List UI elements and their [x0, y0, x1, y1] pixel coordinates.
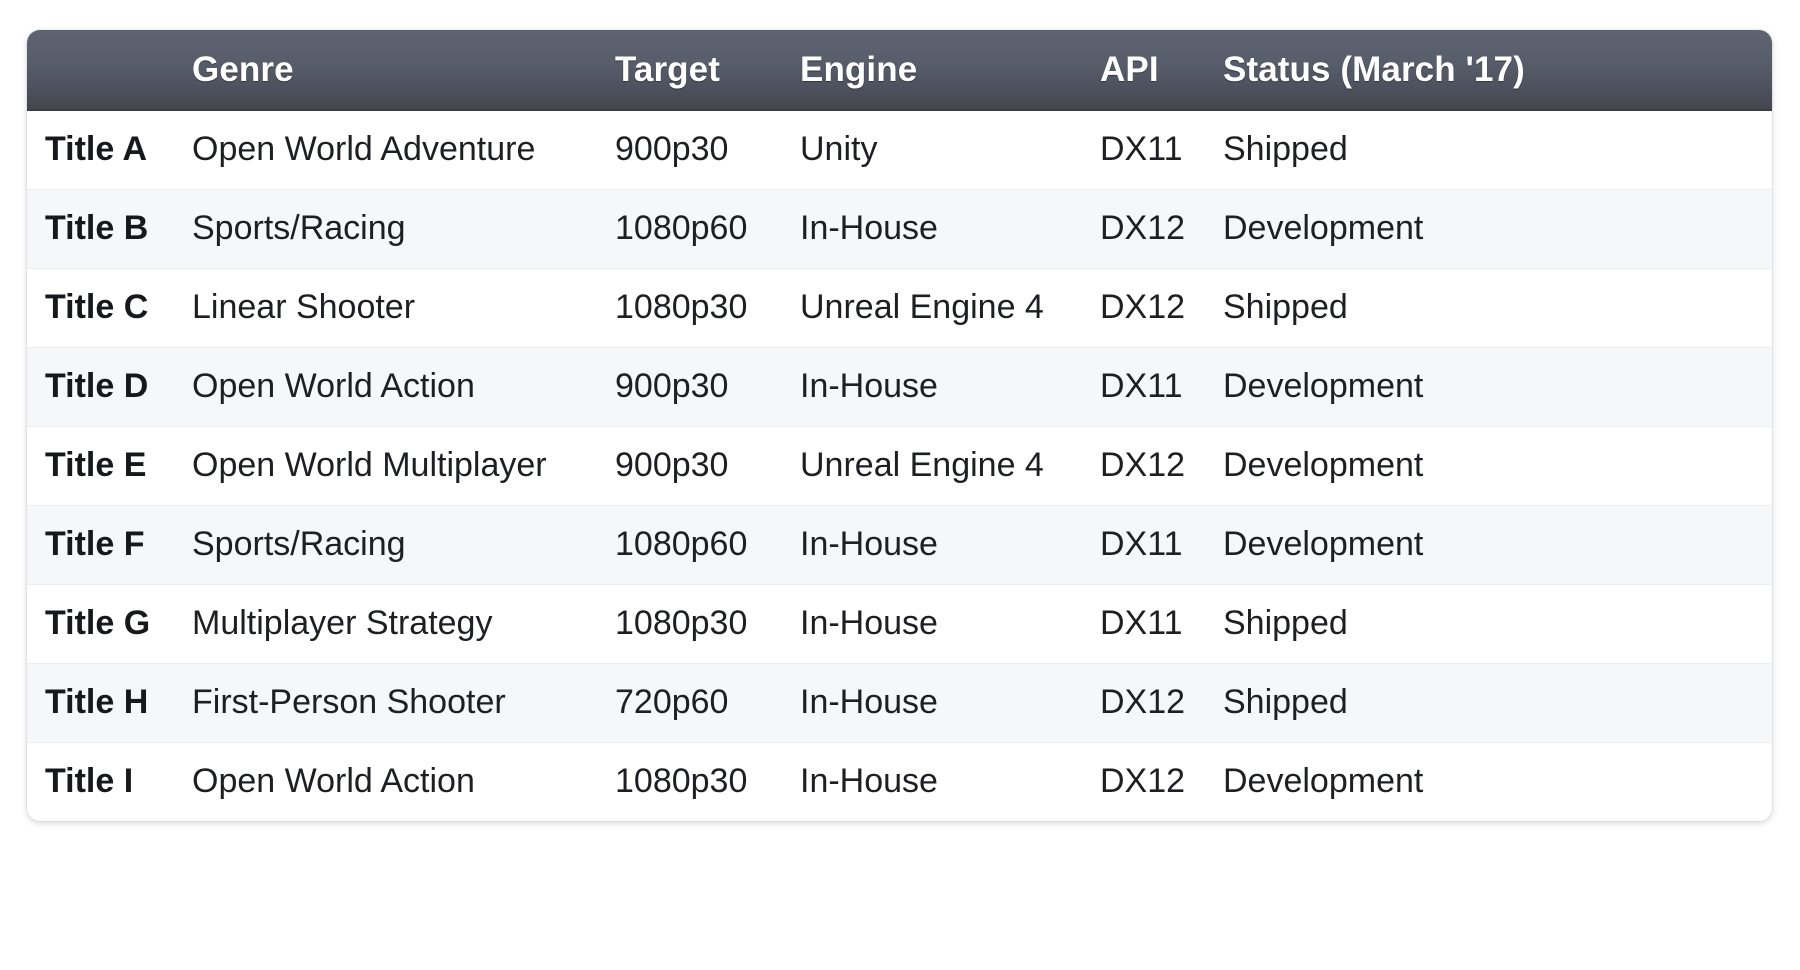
cell-engine: In-House — [800, 583, 1100, 663]
game-titles-table: Genre Target Engine API Status (March '1… — [27, 30, 1772, 821]
column-header-api-label: API — [1100, 49, 1159, 89]
cell-genre: Open World Action — [192, 741, 615, 821]
table-row[interactable]: Title F Sports/Racing 1080p60 In-House D… — [27, 504, 1772, 584]
cell-title: Title H — [27, 662, 192, 742]
table-row[interactable]: Title B Sports/Racing 1080p60 In-House D… — [27, 188, 1772, 268]
table-header: Genre Target Engine API Status (March '1… — [27, 30, 1772, 111]
cell-title: Title D — [27, 346, 192, 426]
cell-api: DX11 — [1100, 130, 1183, 169]
table-row[interactable]: Title G Multiplayer Strategy 1080p30 In-… — [27, 583, 1772, 663]
cell-status: Development — [1223, 425, 1772, 505]
cell-engine: Unreal Engine 4 — [800, 267, 1100, 347]
cell-status: Shipped — [1223, 130, 1348, 169]
cell-title: Title I — [27, 741, 192, 821]
cell-title: Title C — [27, 267, 192, 347]
cell-title: Title B — [27, 188, 192, 268]
cell-title: Title F — [27, 504, 192, 584]
cell-status: Shipped — [1223, 267, 1772, 347]
cell-title: Title E — [27, 425, 192, 505]
cell-target: 1080p60 — [615, 188, 800, 268]
cell-status: Development — [1223, 504, 1772, 584]
table-row[interactable]: Title C Linear Shooter 1080p30 Unreal En… — [27, 267, 1772, 347]
cell-api: DX11 — [1100, 504, 1223, 584]
cell-api: DX12 — [1100, 188, 1223, 268]
cell-genre: First-Person Shooter — [192, 662, 615, 742]
cell-genre: Multiplayer Strategy — [192, 583, 615, 663]
cell-genre: Open World Adventure — [192, 130, 536, 169]
cell-status: Development — [1223, 188, 1772, 268]
cell-title: Title A — [45, 130, 148, 169]
cell-status: Development — [1223, 346, 1772, 426]
cell-engine: Unity — [800, 130, 878, 169]
cell-api: DX12 — [1100, 267, 1223, 347]
cell-target: 900p30 — [615, 346, 800, 426]
table-row[interactable]: Title D Open World Action 900p30 In-Hous… — [27, 346, 1772, 426]
column-header-genre[interactable]: Genre — [192, 30, 615, 111]
cell-status: Development — [1223, 741, 1772, 821]
table-card: Genre Target Engine API Status (March '1… — [27, 30, 1772, 821]
cell-target: 1080p30 — [615, 583, 800, 663]
table-row[interactable]: Title E Open World Multiplayer 900p30 Un… — [27, 425, 1772, 505]
cell-target: 1080p30 — [615, 267, 800, 347]
cell-status: Shipped — [1223, 583, 1772, 663]
cell-title: Title G — [27, 583, 192, 663]
cell-engine: In-House — [800, 188, 1100, 268]
column-header-target-label: Target — [615, 49, 720, 89]
cell-api: DX11 — [1100, 346, 1223, 426]
cell-status: Shipped — [1223, 662, 1772, 742]
cell-genre: Sports/Racing — [192, 188, 615, 268]
column-header-engine[interactable]: Engine — [800, 30, 1100, 111]
cell-target: 1080p30 — [615, 741, 800, 821]
table-row[interactable]: Title A Open World Adventure 900p30 Unit… — [27, 110, 1772, 189]
cell-api: DX11 — [1100, 583, 1223, 663]
table-row[interactable]: Title H First-Person Shooter 720p60 In-H… — [27, 662, 1772, 742]
cell-api: DX12 — [1100, 425, 1223, 505]
table-row[interactable]: Title I Open World Action 1080p30 In-Hou… — [27, 741, 1772, 821]
cell-genre: Linear Shooter — [192, 267, 615, 347]
cell-engine: Unreal Engine 4 — [800, 425, 1100, 505]
column-header-engine-label: Engine — [800, 49, 918, 89]
column-header-title[interactable] — [27, 30, 192, 111]
cell-genre: Open World Multiplayer — [192, 425, 615, 505]
column-header-genre-label: Genre — [192, 49, 294, 89]
column-header-status[interactable]: Status (March '17) — [1223, 30, 1772, 111]
cell-target: 1080p60 — [615, 504, 800, 584]
cell-api: DX12 — [1100, 741, 1223, 821]
cell-engine: In-House — [800, 662, 1100, 742]
cell-api: DX12 — [1100, 662, 1223, 742]
column-header-status-label: Status (March '17) — [1223, 49, 1525, 89]
cell-target: 900p30 — [615, 425, 800, 505]
column-header-target[interactable]: Target — [615, 30, 800, 111]
cell-engine: In-House — [800, 346, 1100, 426]
page-root: Genre Target Engine API Status (March '1… — [0, 0, 1800, 970]
cell-target: 900p30 — [615, 130, 729, 169]
cell-engine: In-House — [800, 741, 1100, 821]
cell-genre: Sports/Racing — [192, 504, 615, 584]
column-header-api[interactable]: API — [1100, 30, 1223, 111]
cell-genre: Open World Action — [192, 346, 615, 426]
cell-target: 720p60 — [615, 662, 800, 742]
header-row: Genre Target Engine API Status (March '1… — [27, 30, 1772, 111]
table-body: Title A Open World Adventure 900p30 Unit… — [27, 110, 1772, 821]
cell-engine: In-House — [800, 504, 1100, 584]
